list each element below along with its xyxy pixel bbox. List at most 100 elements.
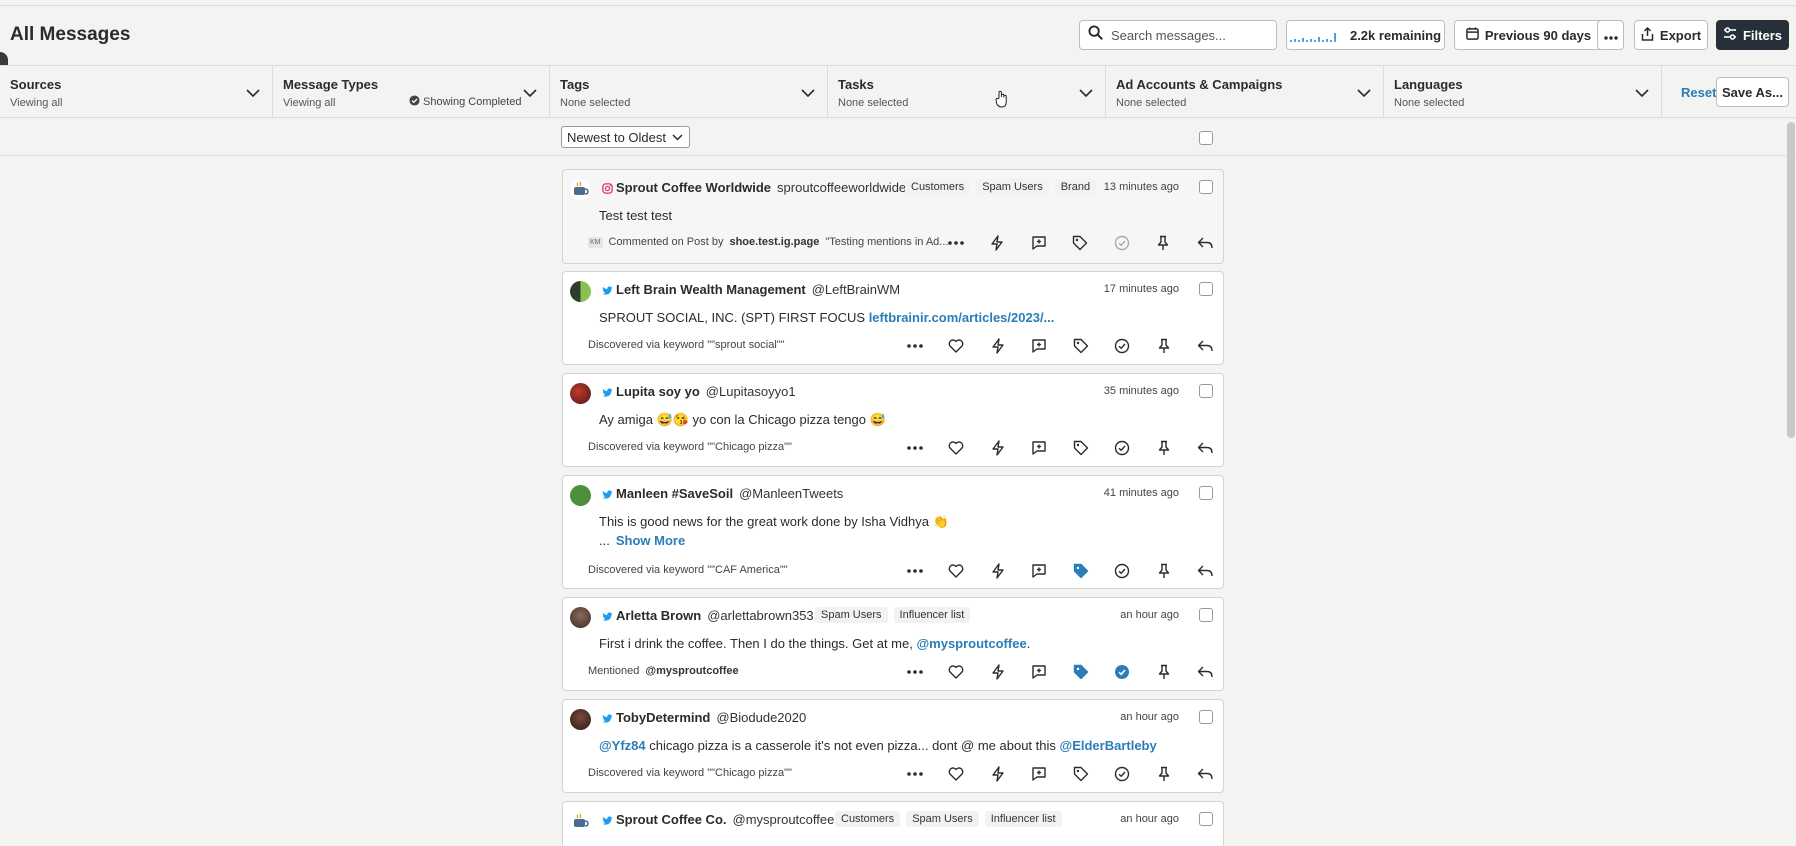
- lightning-icon[interactable]: [977, 335, 1019, 357]
- mention-link[interactable]: @ElderBartleby: [1060, 738, 1157, 753]
- tag-chip[interactable]: Brand: [1054, 179, 1097, 195]
- heart-icon[interactable]: [936, 560, 978, 582]
- reply-icon[interactable]: [1185, 560, 1227, 582]
- more-icon[interactable]: [894, 560, 936, 582]
- mention-link[interactable]: @Yfz84: [599, 738, 646, 753]
- tag-chip[interactable]: Spam Users: [976, 179, 1049, 195]
- context-link[interactable]: shoe.test.ig.page: [729, 236, 819, 248]
- tag-icon-active[interactable]: [1060, 560, 1102, 582]
- tag-chip[interactable]: Influencer list: [984, 811, 1062, 827]
- complete-icon[interactable]: [1102, 437, 1144, 459]
- filter-languages[interactable]: Languages None selected: [1384, 66, 1662, 118]
- complete-icon[interactable]: [1101, 232, 1143, 254]
- reply-icon[interactable]: [1185, 661, 1227, 683]
- tag-icon[interactable]: [1060, 335, 1102, 357]
- lightning-icon[interactable]: [977, 437, 1019, 459]
- message-card[interactable]: Left Brain Wealth Management @LeftBrainWM…: [562, 271, 1224, 365]
- tag-icon[interactable]: [1060, 437, 1102, 459]
- context-link[interactable]: @mysproutcoffee: [645, 665, 738, 677]
- message-card[interactable]: Sprout Coffee Co. @mysproutcoffee Custome…: [562, 801, 1224, 846]
- more-icon[interactable]: [894, 661, 936, 683]
- pin-icon[interactable]: [1143, 335, 1185, 357]
- more-icon[interactable]: [935, 232, 977, 254]
- more-icon[interactable]: [894, 335, 936, 357]
- show-more-link[interactable]: Show More: [616, 533, 685, 548]
- export-button[interactable]: Export: [1634, 20, 1708, 50]
- sort-select[interactable]: Newest to Oldest: [561, 126, 690, 148]
- remaining-quota-button[interactable]: 2.2k remaining: [1286, 20, 1445, 50]
- filter-ad-accounts[interactable]: Ad Accounts & Campaigns None selected: [1106, 66, 1384, 118]
- message-checkbox[interactable]: [1199, 710, 1213, 724]
- task-icon[interactable]: [1019, 437, 1061, 459]
- message-checkbox[interactable]: [1199, 812, 1213, 826]
- message-card[interactable]: Lupita soy yo @Lupitasoyyo1 35 minutes ag…: [562, 373, 1224, 467]
- author-name[interactable]: Sprout Coffee Worldwide sproutcoffeeworld…: [616, 180, 906, 195]
- message-card[interactable]: TobyDetermind @Biodude2020 an hour ago @Y…: [562, 699, 1224, 793]
- reply-icon[interactable]: [1184, 232, 1226, 254]
- filter-message-types[interactable]: Message Types Viewing all Showing Comple…: [273, 66, 550, 118]
- complete-icon-active[interactable]: [1102, 661, 1144, 683]
- save-as-button[interactable]: Save As...: [1716, 77, 1789, 107]
- tag-chip[interactable]: Customers: [905, 179, 971, 195]
- pin-icon[interactable]: [1143, 560, 1185, 582]
- tag-chip[interactable]: Spam Users: [906, 811, 979, 827]
- more-options-button[interactable]: [1597, 20, 1624, 50]
- tag-icon[interactable]: [1060, 232, 1102, 254]
- pin-icon[interactable]: [1143, 232, 1185, 254]
- mention-link[interactable]: @mysproutcoffee: [916, 636, 1026, 651]
- reply-icon[interactable]: [1185, 335, 1227, 357]
- author-name[interactable]: Arletta Brown @arlettabrown353: [616, 608, 814, 623]
- message-card[interactable]: Sprout Coffee Worldwide sproutcoffeeworld…: [562, 169, 1224, 264]
- author-name[interactable]: Left Brain Wealth Management @LeftBrainWM: [616, 282, 900, 297]
- filter-sources[interactable]: Sources Viewing all: [0, 66, 273, 118]
- filter-tags[interactable]: Tags None selected: [550, 66, 828, 118]
- message-checkbox[interactable]: [1199, 180, 1213, 194]
- task-icon[interactable]: [1019, 335, 1061, 357]
- pin-icon[interactable]: [1143, 763, 1185, 785]
- lightning-icon[interactable]: [977, 560, 1019, 582]
- more-icon[interactable]: [894, 437, 936, 459]
- message-card[interactable]: Arletta Brown @arlettabrown353 Spam Users…: [562, 597, 1224, 691]
- author-name[interactable]: Sprout Coffee Co. @mysproutcoffee: [616, 812, 834, 827]
- heart-icon[interactable]: [936, 437, 978, 459]
- author-name[interactable]: TobyDetermind @Biodude2020: [616, 710, 806, 725]
- task-icon[interactable]: [1019, 560, 1061, 582]
- message-link[interactable]: leftbrainir.com/articles/2023/...: [869, 310, 1055, 325]
- heart-icon[interactable]: [936, 335, 978, 357]
- message-checkbox[interactable]: [1199, 384, 1213, 398]
- search-input[interactable]: [1111, 27, 1261, 43]
- lightning-icon[interactable]: [977, 232, 1019, 254]
- task-icon[interactable]: [1019, 661, 1061, 683]
- message-checkbox[interactable]: [1199, 486, 1213, 500]
- select-all-checkbox[interactable]: [1199, 131, 1213, 145]
- message-card[interactable]: Manleen #SaveSoil @ManleenTweets 41 minut…: [562, 475, 1224, 589]
- heart-icon[interactable]: [936, 661, 978, 683]
- message-checkbox[interactable]: [1199, 282, 1213, 296]
- reply-icon[interactable]: [1185, 437, 1227, 459]
- search-box[interactable]: [1079, 20, 1277, 50]
- filter-tasks[interactable]: Tasks None selected: [828, 66, 1106, 118]
- tag-chip[interactable]: Influencer list: [893, 607, 971, 623]
- lightning-icon[interactable]: [977, 763, 1019, 785]
- tag-icon-active[interactable]: [1060, 661, 1102, 683]
- author-name[interactable]: Lupita soy yo @Lupitasoyyo1: [616, 384, 796, 399]
- scrollbar[interactable]: [1787, 122, 1795, 438]
- heart-icon[interactable]: [936, 763, 978, 785]
- task-icon[interactable]: [1018, 232, 1060, 254]
- message-checkbox[interactable]: [1199, 608, 1213, 622]
- pin-icon[interactable]: [1143, 437, 1185, 459]
- tag-chip[interactable]: Customers: [835, 811, 901, 827]
- author-name[interactable]: Manleen #SaveSoil @ManleenTweets: [616, 486, 843, 501]
- complete-icon[interactable]: [1102, 763, 1144, 785]
- tag-icon[interactable]: [1060, 763, 1102, 785]
- pin-icon[interactable]: [1143, 661, 1185, 683]
- filters-button[interactable]: Filters: [1716, 20, 1789, 50]
- complete-icon[interactable]: [1102, 335, 1144, 357]
- complete-icon[interactable]: [1102, 560, 1144, 582]
- task-icon[interactable]: [1019, 763, 1061, 785]
- tag-chip[interactable]: Spam Users: [815, 607, 888, 623]
- lightning-icon[interactable]: [977, 661, 1019, 683]
- more-icon[interactable]: [894, 763, 936, 785]
- reply-icon[interactable]: [1185, 763, 1227, 785]
- date-range-button[interactable]: Previous 90 days: [1454, 20, 1603, 50]
